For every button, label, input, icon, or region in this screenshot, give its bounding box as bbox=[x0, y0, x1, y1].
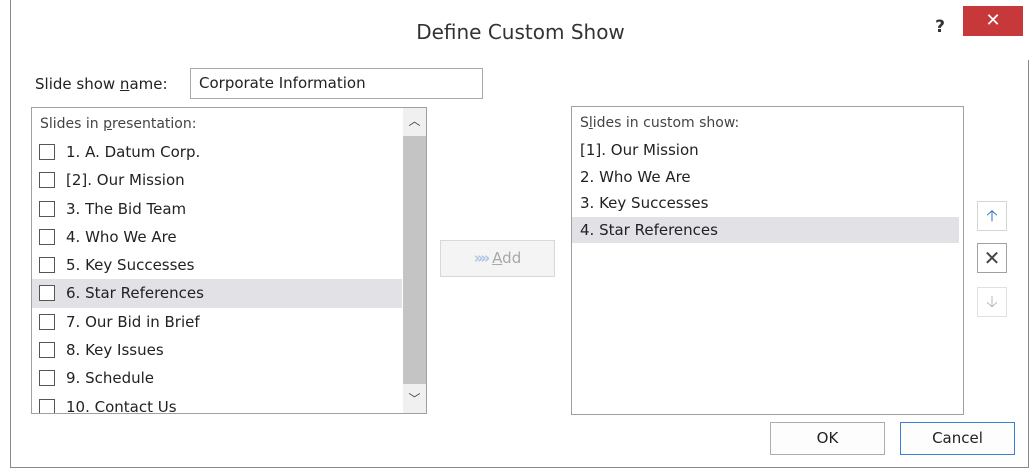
slide-checkbox[interactable] bbox=[39, 172, 55, 189]
list-item[interactable]: 1. A. Datum Corp. bbox=[32, 138, 402, 166]
vertical-scrollbar[interactable]: ︿ ﹀ bbox=[403, 108, 426, 413]
scroll-up-icon[interactable]: ︿ bbox=[403, 108, 426, 134]
list-item[interactable]: [1]. Our Mission bbox=[572, 137, 959, 164]
help-button[interactable]: ? bbox=[926, 12, 954, 42]
slide-checkbox[interactable] bbox=[39, 285, 55, 302]
list-item[interactable]: 6. Star References bbox=[32, 279, 402, 308]
slide-show-name-label: Slide show name: bbox=[35, 75, 168, 93]
define-custom-show-dialog: Define Custom Show ? ✕ Slide show name: … bbox=[10, 0, 1030, 468]
arrow-up-icon: 🡡 bbox=[986, 206, 998, 225]
remove-button[interactable]: ✕ bbox=[977, 243, 1007, 273]
scroll-down-icon[interactable]: ﹀ bbox=[403, 386, 426, 412]
slide-show-name-input[interactable]: Corporate Information bbox=[190, 68, 483, 99]
list-item[interactable]: 3. The Bid Team bbox=[32, 195, 402, 223]
slide-label: [2]. Our Mission bbox=[66, 171, 185, 190]
slide-checkbox[interactable] bbox=[39, 200, 55, 217]
dialog-title: Define Custom Show bbox=[416, 20, 625, 44]
move-up-button[interactable]: 🡡 bbox=[977, 201, 1007, 231]
slide-label: 1. A. Datum Corp. bbox=[66, 143, 201, 161]
arrow-down-icon: 🡣 bbox=[986, 292, 998, 311]
slide-label: 5. Key Successes bbox=[66, 256, 195, 275]
add-button[interactable]: »» Add bbox=[440, 240, 555, 277]
slide-label: 4. Who We Are bbox=[66, 227, 177, 246]
slides-in-presentation-list[interactable]: Slides in presentation: 1. A. Datum Corp… bbox=[31, 107, 427, 414]
slides-in-custom-show-list[interactable]: Slides in custom show: [1]. Our Mission 2… bbox=[571, 106, 964, 415]
cancel-button[interactable]: Cancel bbox=[900, 422, 1015, 455]
slide-label: 9. Schedule bbox=[66, 369, 155, 388]
slide-label: 7. Our Bid in Brief bbox=[66, 312, 200, 331]
list-item[interactable]: 7. Our Bid in Brief bbox=[32, 308, 402, 336]
ok-button[interactable]: OK bbox=[770, 422, 885, 455]
title-bar: Define Custom Show ? ✕ bbox=[11, 0, 1030, 60]
list-item[interactable]: 9. Schedule bbox=[32, 364, 402, 392]
slide-checkbox[interactable] bbox=[39, 398, 55, 413]
slide-label: 3. The Bid Team bbox=[66, 199, 187, 218]
slide-checkbox[interactable] bbox=[39, 144, 55, 160]
list-item[interactable]: 8. Key Issues bbox=[32, 336, 402, 364]
slide-checkbox[interactable] bbox=[39, 228, 55, 245]
slides-in-presentation-header: Slides in presentation: bbox=[40, 116, 197, 132]
list-item[interactable]: 10. Contact Us bbox=[32, 393, 402, 414]
scroll-thumb[interactable] bbox=[403, 136, 426, 384]
move-down-button[interactable]: 🡣 bbox=[977, 287, 1007, 317]
custom-slide-label: 4. Star References bbox=[580, 220, 718, 239]
remove-icon: ✕ bbox=[983, 246, 1001, 270]
slide-label: 10. Contact Us bbox=[66, 397, 177, 414]
list-item[interactable]: 5. Key Successes bbox=[32, 251, 402, 279]
custom-slide-label: [1]. Our Mission bbox=[580, 141, 699, 159]
list-item[interactable]: [2]. Our Mission bbox=[32, 166, 402, 194]
list-item[interactable]: 4. Who We Are bbox=[32, 223, 402, 251]
slide-checkbox[interactable] bbox=[39, 370, 55, 387]
list-item[interactable]: 2. Who We Are bbox=[572, 164, 959, 191]
close-icon: ✕ bbox=[985, 10, 1001, 31]
slide-checkbox[interactable] bbox=[39, 313, 55, 330]
slide-checkbox[interactable] bbox=[39, 257, 55, 274]
close-button[interactable]: ✕ bbox=[963, 6, 1023, 36]
custom-slide-label: 2. Who We Are bbox=[580, 167, 691, 186]
custom-slide-label: 3. Key Successes bbox=[580, 194, 709, 212]
list-item[interactable]: 3. Key Successes bbox=[572, 190, 959, 217]
slide-label: 6. Star References bbox=[66, 284, 204, 303]
slide-label: 8. Key Issues bbox=[66, 341, 164, 360]
slide-checkbox[interactable] bbox=[39, 342, 55, 359]
add-arrows-icon: »» bbox=[473, 249, 490, 267]
list-item[interactable]: 4. Star References bbox=[572, 216, 959, 243]
slides-in-custom-show-header: Slides in custom show: bbox=[580, 115, 740, 131]
